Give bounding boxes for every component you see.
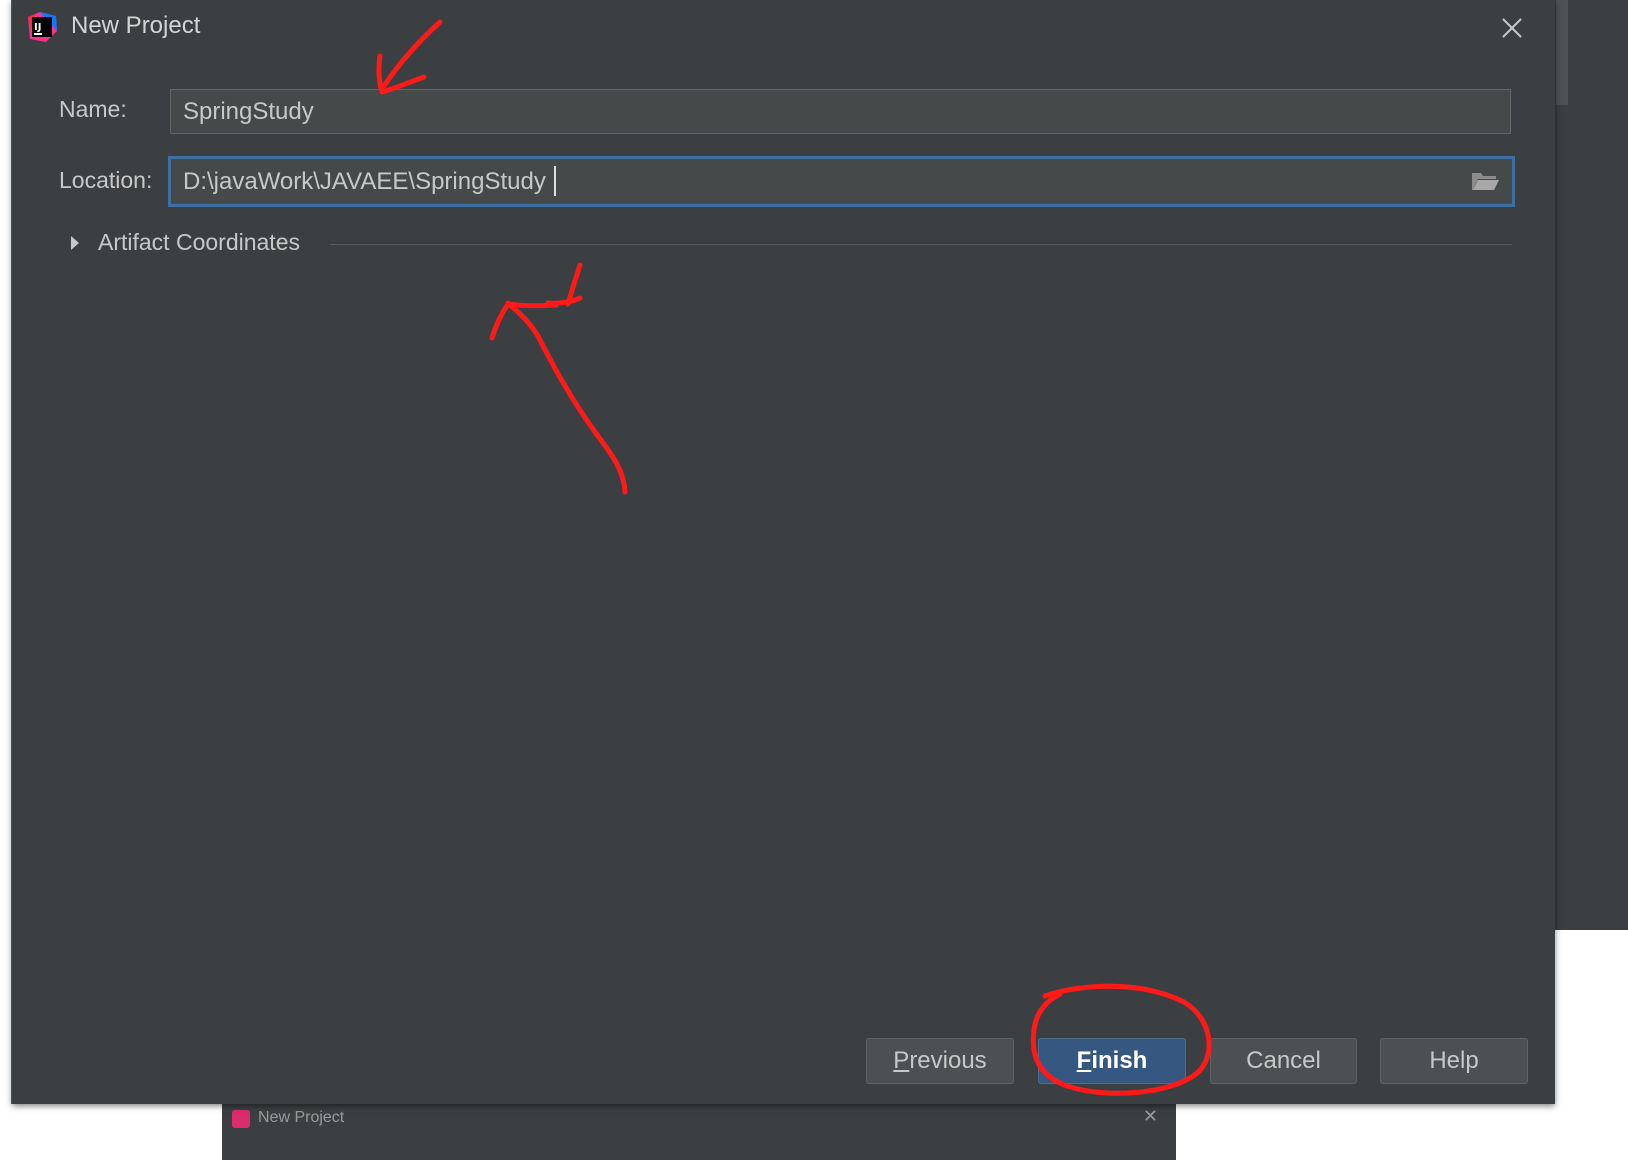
separator-line: [330, 244, 1512, 245]
cancel-button[interactable]: Cancel: [1210, 1038, 1357, 1084]
location-label: Location:: [59, 167, 153, 193]
close-icon[interactable]: [1498, 14, 1526, 42]
previous-label: revious: [909, 1047, 987, 1074]
previous-mnemonic: P: [893, 1047, 910, 1074]
previous-button[interactable]: Previous: [866, 1038, 1014, 1084]
background-panel: [1555, 0, 1628, 930]
background-window: New Project ✕: [222, 1104, 1176, 1160]
scrollbar[interactable]: [1556, 0, 1568, 105]
background-window-title: New Project: [258, 1109, 345, 1126]
dialog-title: New Project: [71, 12, 201, 39]
folder-icon[interactable]: [1470, 169, 1500, 193]
finish-button[interactable]: Finish: [1038, 1038, 1186, 1084]
close-icon[interactable]: ✕: [1143, 1106, 1158, 1127]
finish-mnemonic: F: [1076, 1047, 1092, 1074]
artifact-coordinates-label: Artifact Coordinates: [98, 229, 300, 255]
title-bar: IJ New Project: [12, 0, 1555, 56]
artifact-coordinates-section[interactable]: Artifact Coordinates: [62, 228, 1512, 260]
text-cursor: [554, 166, 556, 196]
location-field[interactable]: [168, 156, 1515, 207]
triangle-right-icon[interactable]: [70, 235, 80, 251]
name-field[interactable]: [170, 89, 1511, 134]
new-project-dialog: IJ New Project Name: Location: Artifact …: [12, 0, 1555, 1104]
finish-label: inish: [1091, 1047, 1148, 1074]
intellij-idea-icon: IJ: [28, 12, 57, 42]
help-button[interactable]: Help: [1380, 1038, 1528, 1084]
name-label: Name:: [59, 96, 127, 122]
svg-text:IJ: IJ: [34, 22, 41, 33]
intellij-idea-icon: [232, 1110, 250, 1128]
